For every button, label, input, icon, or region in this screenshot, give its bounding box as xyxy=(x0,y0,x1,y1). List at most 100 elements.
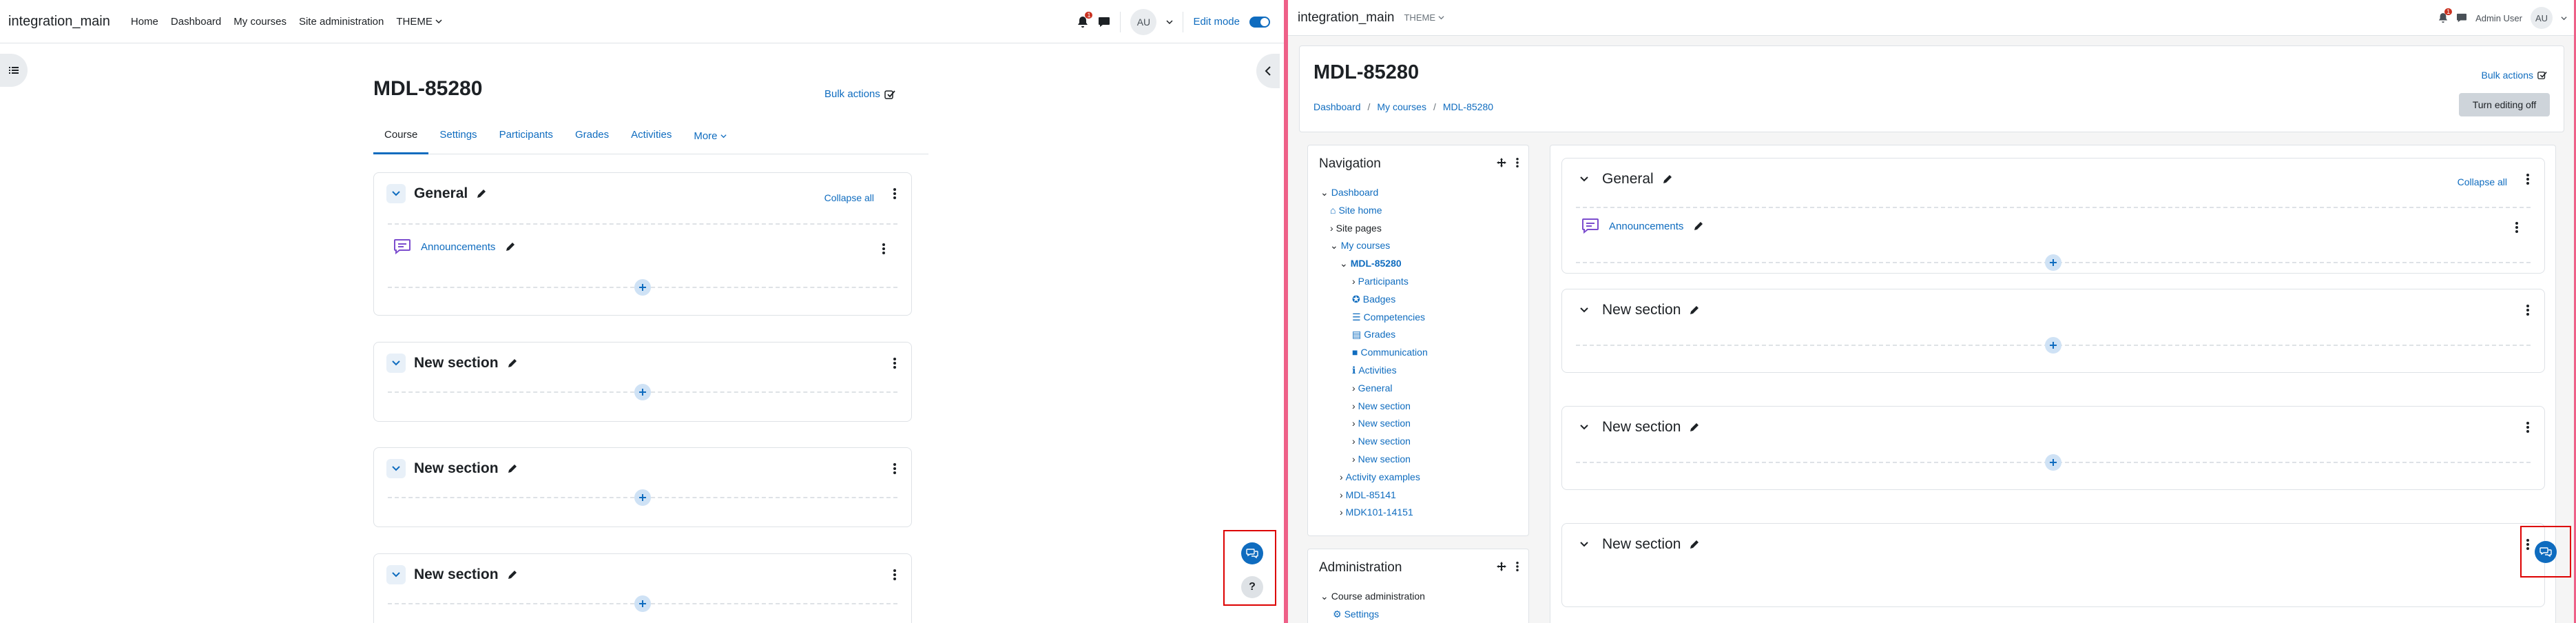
tree-item[interactable]: › Site pages xyxy=(1320,220,1428,238)
tree-item[interactable]: › New section xyxy=(1320,415,1428,433)
kebab-menu-icon[interactable] xyxy=(893,358,896,369)
add-content-button[interactable] xyxy=(2045,254,2061,271)
user-name[interactable]: Admin User xyxy=(2475,13,2522,23)
bulk-actions-button[interactable]: Bulk actions xyxy=(824,88,895,100)
add-content-button[interactable] xyxy=(2045,337,2061,354)
breadcrumb-course[interactable]: MDL-85280 xyxy=(1443,101,1493,112)
tree-item[interactable]: › MDK101-14151 xyxy=(1320,504,1428,522)
pencil-icon[interactable] xyxy=(507,569,518,580)
tab-activities[interactable]: Activities xyxy=(620,119,683,154)
block-drawer-toggle[interactable] xyxy=(1256,54,1280,88)
tab-more[interactable]: More xyxy=(683,119,737,154)
tree-item[interactable]: › MDL-85141 xyxy=(1320,487,1428,504)
tree-item[interactable]: ✪ Badges xyxy=(1320,291,1428,309)
edit-mode-toggle[interactable] xyxy=(1249,16,1270,28)
tab-participants[interactable]: Participants xyxy=(488,119,564,154)
tree-item[interactable]: ☰ Competencies xyxy=(1320,309,1428,327)
add-content-button[interactable] xyxy=(634,279,651,296)
tab-settings[interactable]: Settings xyxy=(428,119,488,154)
tree-item[interactable]: ⌄ Course administration xyxy=(1320,588,1425,606)
collapse-section-toggle[interactable] xyxy=(386,565,406,584)
site-brand[interactable]: integration_main xyxy=(1298,10,1394,25)
add-content-button[interactable] xyxy=(634,595,651,612)
kebab-menu-icon[interactable] xyxy=(1516,158,1519,167)
collapse-section-toggle[interactable] xyxy=(386,459,406,478)
message-icon[interactable] xyxy=(2456,13,2467,23)
pencil-icon[interactable] xyxy=(507,463,518,474)
tree-item[interactable]: ▤ Grades xyxy=(1320,326,1428,344)
tree-item[interactable]: ⚙ Settings xyxy=(1320,606,1425,623)
nav-dashboard[interactable]: Dashboard xyxy=(171,16,221,28)
pencil-icon[interactable] xyxy=(1689,422,1700,433)
tab-course[interactable]: Course xyxy=(373,119,429,154)
pencil-icon[interactable] xyxy=(1693,221,1704,232)
add-content-button[interactable] xyxy=(634,489,651,506)
move-icon[interactable] xyxy=(1497,562,1506,571)
tree-item[interactable]: ℹ Activities xyxy=(1320,362,1428,380)
move-icon[interactable] xyxy=(1497,158,1506,167)
collapse-section-toggle[interactable] xyxy=(1575,418,1594,437)
avatar[interactable]: AU xyxy=(2531,7,2553,29)
activity-link[interactable]: Announcements xyxy=(1609,221,1683,232)
tree-item[interactable]: ⌄ My courses xyxy=(1320,237,1428,255)
course-index-toggle[interactable] xyxy=(0,54,28,87)
kebab-menu-icon[interactable] xyxy=(2526,422,2529,433)
collapse-section-toggle[interactable] xyxy=(1575,170,1594,189)
kebab-menu-icon[interactable] xyxy=(2526,305,2529,316)
pencil-icon[interactable] xyxy=(476,188,487,199)
collapse-section-toggle[interactable] xyxy=(1575,300,1594,320)
nav-site-administration[interactable]: Site administration xyxy=(299,16,384,28)
nav-theme[interactable]: THEME xyxy=(396,16,442,28)
activity-item[interactable]: Announcements xyxy=(393,238,516,255)
tree-item[interactable]: › Activity examples xyxy=(1320,469,1428,487)
chat-button[interactable] xyxy=(2535,541,2557,563)
activity-item[interactable]: Announcements xyxy=(1581,218,1704,234)
theme-menu[interactable]: THEME xyxy=(1404,12,1444,23)
chevron-down-icon[interactable] xyxy=(2561,15,2567,21)
breadcrumb-dashboard[interactable]: Dashboard xyxy=(1313,101,1361,112)
tree-item[interactable]: › New section xyxy=(1320,451,1428,469)
message-icon[interactable] xyxy=(1098,17,1110,28)
kebab-menu-icon[interactable] xyxy=(893,569,896,580)
pencil-icon[interactable] xyxy=(507,358,518,369)
bell-icon[interactable]: 1 xyxy=(1077,11,1093,28)
kebab-menu-icon[interactable] xyxy=(2515,222,2518,233)
add-content-button[interactable] xyxy=(2045,454,2061,471)
kebab-menu-icon[interactable] xyxy=(882,243,885,254)
pencil-icon[interactable] xyxy=(505,241,516,252)
kebab-menu-icon[interactable] xyxy=(893,463,896,474)
bulk-actions-button[interactable]: Bulk actions xyxy=(2482,70,2547,81)
collapse-all-link[interactable]: Collapse all xyxy=(824,192,874,203)
pencil-icon[interactable] xyxy=(1689,305,1700,316)
turn-editing-off-button[interactable]: Turn editing off xyxy=(2459,93,2550,116)
chevron-down-icon[interactable] xyxy=(1166,19,1173,25)
collapse-section-toggle[interactable] xyxy=(386,184,406,203)
tree-item[interactable]: › New section xyxy=(1320,398,1428,416)
kebab-menu-icon[interactable] xyxy=(2526,174,2529,185)
tab-grades[interactable]: Grades xyxy=(564,119,620,154)
tree-item[interactable]: ■ Communication xyxy=(1320,344,1428,362)
collapse-all-link[interactable]: Collapse all xyxy=(2458,176,2507,187)
pencil-icon[interactable] xyxy=(1662,174,1673,185)
tree-item[interactable]: ⌄ Dashboard xyxy=(1320,184,1428,202)
collapse-section-toggle[interactable] xyxy=(386,354,406,373)
kebab-menu-icon[interactable] xyxy=(1516,562,1519,571)
tree-item[interactable]: › General xyxy=(1320,380,1428,398)
breadcrumb-my-courses[interactable]: My courses xyxy=(1377,101,1426,112)
help-button[interactable]: ? xyxy=(1241,576,1263,598)
tree-item[interactable]: ⌂ Site home xyxy=(1320,202,1428,220)
kebab-menu-icon[interactable] xyxy=(893,188,896,199)
site-brand[interactable]: integration_main xyxy=(8,14,110,30)
tree-item[interactable]: › New section xyxy=(1320,433,1428,451)
avatar[interactable]: AU xyxy=(1130,8,1157,35)
activity-link[interactable]: Announcements xyxy=(421,241,495,253)
tree-item[interactable]: › Participants xyxy=(1320,273,1428,291)
bell-icon[interactable]: 1 xyxy=(2438,8,2453,23)
add-content-button[interactable] xyxy=(634,384,651,400)
chat-button[interactable] xyxy=(1241,542,1263,564)
tree-item[interactable]: ⌄ MDL-85280 xyxy=(1320,255,1428,273)
nav-home[interactable]: Home xyxy=(131,16,158,28)
pencil-icon[interactable] xyxy=(1689,539,1700,550)
collapse-section-toggle[interactable] xyxy=(1575,535,1594,554)
nav-my-courses[interactable]: My courses xyxy=(233,16,287,28)
